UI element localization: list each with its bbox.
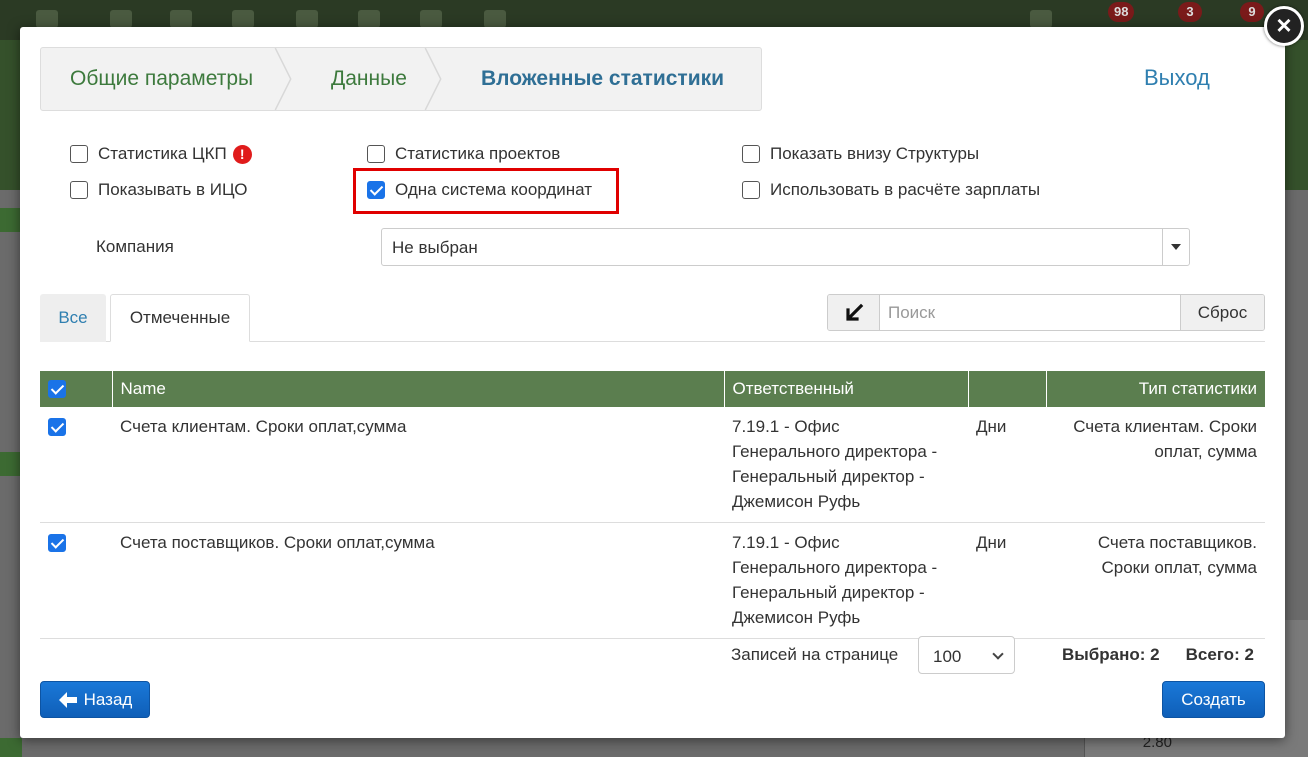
wizard-step-nested[interactable]: Вложенные статистики xyxy=(441,48,724,110)
wizard-step-label: Данные xyxy=(331,67,407,90)
bg-left-button xyxy=(0,208,22,232)
checkbox-label: Показывать в ИЦО xyxy=(98,180,248,199)
create-button[interactable]: Создать xyxy=(1162,681,1265,718)
wizard-step-label: Вложенные статистики xyxy=(481,67,725,90)
table-row[interactable]: Счета клиентам. Сроки оплат,сумма 7.19.1… xyxy=(40,407,1265,523)
selection-counts: Выбрано: 2 Всего: 2 xyxy=(1062,645,1254,665)
selected-count: Выбрано: 2 xyxy=(1062,645,1160,664)
warning-icon: ! xyxy=(232,144,252,164)
checkbox-box[interactable] xyxy=(70,145,88,163)
row-type: Счета поставщиков. Сроки оплат, сумма xyxy=(1046,522,1265,639)
step-separator-icon xyxy=(274,48,292,110)
search-input[interactable] xyxy=(880,295,1180,330)
row-checkbox-cell xyxy=(40,407,112,523)
row-responsible-line: 7.19.1 - Офис xyxy=(732,417,840,436)
bg-tag-icon xyxy=(170,10,192,28)
bg-badge-messages: 3 xyxy=(1178,2,1202,22)
row-checkbox[interactable] xyxy=(48,534,66,552)
column-header-type[interactable]: Тип статистики xyxy=(1046,371,1265,407)
modal-dialog: Общие параметры Данные Вложенные статист… xyxy=(20,27,1285,738)
bg-mail-icon xyxy=(1030,10,1052,28)
per-page-label: Записей на странице xyxy=(731,645,899,664)
checkbox-box[interactable] xyxy=(742,145,760,163)
checkbox-label: Использовать в расчёте зарплаты xyxy=(770,180,1041,199)
row-responsible: 7.19.1 - Офис Генерального директора - Г… xyxy=(724,522,968,639)
row-type: Счета клиентам. Сроки оплат, сумма xyxy=(1046,407,1265,523)
step-separator-icon xyxy=(424,48,442,110)
use-in-salary-checkbox[interactable]: Использовать в расчёте зарплаты xyxy=(742,180,1040,200)
column-header-name[interactable]: Name xyxy=(112,371,725,407)
chevron-down-icon xyxy=(992,648,1004,660)
checkbox-box[interactable] xyxy=(742,181,760,199)
row-type-line: Счета клиентам. Сроки xyxy=(1073,417,1257,436)
table-row[interactable]: Счета поставщиков. Сроки оплат,сумма 7.1… xyxy=(40,522,1265,639)
table-header-row: Name Ответственный Тип статистики xyxy=(40,371,1265,407)
search-reset-button[interactable]: Сброс xyxy=(1180,295,1264,330)
bg-user-icon xyxy=(484,10,506,28)
company-label: Компания xyxy=(96,237,174,256)
row-responsible-line: 7.19.1 - Офис xyxy=(732,533,840,552)
checkbox-label: Статистика ЦКП xyxy=(98,144,227,163)
row-responsible-line: Генерального директора - xyxy=(732,442,938,461)
logout-link[interactable]: Выход xyxy=(1144,65,1210,91)
wizard-step-label: Общие параметры xyxy=(70,67,254,90)
bg-badge-notifications: 98 xyxy=(1108,2,1135,22)
company-select[interactable]: Не выбран xyxy=(381,228,1190,266)
row-type-line: Счета поставщиков. xyxy=(1097,533,1257,552)
select-all-checkbox[interactable] xyxy=(48,379,66,398)
row-responsible-line: Джемисон Руфь xyxy=(732,492,861,511)
row-name: Счета поставщиков. Сроки оплат,сумма xyxy=(112,522,724,639)
bg-filter-icon xyxy=(36,10,58,28)
checkbox-label: Показать внизу Структуры xyxy=(770,144,980,163)
checkbox-box[interactable] xyxy=(70,181,88,199)
row-responsible-line: Генеральный директор - xyxy=(732,467,925,486)
arrow-left-icon xyxy=(58,691,77,708)
column-header-responsible[interactable]: Ответственный xyxy=(724,371,969,407)
row-type-line: оплат, сумма xyxy=(1154,442,1257,461)
show-structure-checkbox[interactable]: Показать внизу Структуры xyxy=(742,144,979,164)
stats-table: Name Ответственный Тип статистики Счета … xyxy=(40,371,1265,639)
row-responsible-line: Генеральный директор - xyxy=(732,583,925,602)
bg-left-button xyxy=(0,738,22,757)
column-header-period[interactable] xyxy=(968,371,1047,407)
row-responsible-line: Джемисон Руфь xyxy=(732,608,861,627)
wizard-step-general[interactable]: Общие параметры xyxy=(41,48,292,110)
row-period: Дни xyxy=(968,522,1046,639)
wizard-step-data[interactable]: Данные xyxy=(291,48,442,110)
row-responsible-line: Генерального директора - xyxy=(732,558,938,577)
per-page-select[interactable]: 100 xyxy=(918,636,1015,674)
bg-badge-tasks: 9 xyxy=(1240,2,1264,22)
back-button-label: Назад xyxy=(83,689,133,709)
bg-timer-icon xyxy=(232,10,254,28)
tab-all[interactable]: Все xyxy=(40,294,106,342)
bg-gear-icon xyxy=(358,10,380,28)
row-checkbox[interactable] xyxy=(48,418,66,436)
project-stat-checkbox[interactable]: Статистика проектов xyxy=(367,144,560,164)
bg-flag-icon xyxy=(296,10,318,28)
caret-down-icon[interactable] xyxy=(1162,229,1189,265)
back-button[interactable]: Назад xyxy=(40,681,150,718)
per-page-value: 100 xyxy=(933,647,962,666)
show-in-ico-checkbox[interactable]: Показывать в ИЦО xyxy=(70,180,247,200)
checkbox-box[interactable] xyxy=(367,145,385,163)
ckp-stat-checkbox[interactable]: Статистика ЦКП ! xyxy=(70,144,252,164)
bg-left-button xyxy=(0,452,22,476)
company-select-value: Не выбран xyxy=(392,238,478,257)
tab-marked[interactable]: Отмеченные xyxy=(110,294,250,342)
row-name: Счета клиентам. Сроки оплат,сумма xyxy=(112,407,724,523)
row-responsible: 7.19.1 - Офис Генерального директора - Г… xyxy=(724,407,968,523)
search-group: Сброс xyxy=(827,294,1265,331)
bg-list-icon xyxy=(420,10,442,28)
row-checkbox-cell xyxy=(40,522,112,639)
arrow-down-left-icon[interactable] xyxy=(828,295,880,330)
select-all-header[interactable] xyxy=(40,371,113,407)
highlight-annotation xyxy=(353,168,619,214)
checkbox-label: Статистика проектов xyxy=(395,144,561,163)
close-modal-button[interactable]: × xyxy=(1264,6,1304,46)
bg-chart-icon xyxy=(110,10,132,28)
row-type-line: Сроки оплат, сумма xyxy=(1101,558,1258,577)
row-period: Дни xyxy=(968,407,1046,523)
total-count: Всего: 2 xyxy=(1185,645,1254,664)
wizard-steps: Общие параметры Данные Вложенные статист… xyxy=(40,47,762,111)
